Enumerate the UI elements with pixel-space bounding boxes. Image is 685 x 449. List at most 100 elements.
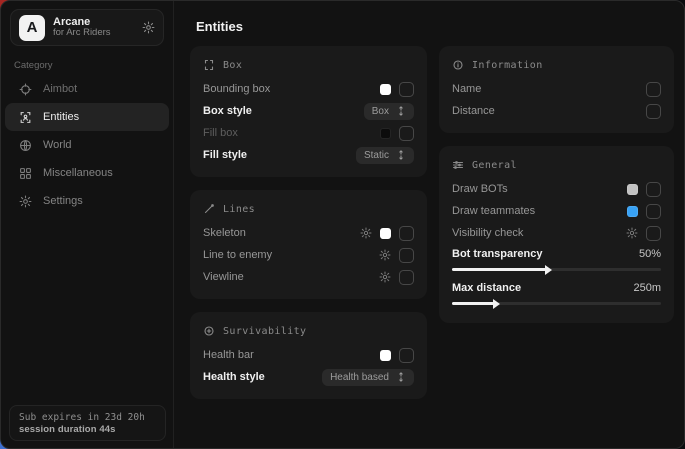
setting-label: Bounding box [203, 83, 270, 95]
sidebar-item-label: Aimbot [43, 83, 77, 95]
setting-row-draw-bots: Draw BOTs [452, 178, 661, 200]
box-style-dropdown[interactable]: Box [364, 103, 414, 120]
sidebar-item-aimbot[interactable]: Aimbot [5, 75, 169, 103]
dropdown-value: Health based [330, 372, 389, 383]
line-to-enemy-checkbox[interactable] [399, 248, 414, 263]
bot-transparency-value: 50% [639, 248, 661, 260]
panel-survivability: Survivability Health bar Health style He… [190, 312, 427, 399]
color-swatch[interactable] [627, 206, 638, 217]
setting-label: Viewline [203, 271, 244, 283]
updown-arrows-icon [396, 372, 406, 382]
cheat-menu-window: A Arcane for Arc Riders Category [0, 0, 685, 449]
max-distance-value: 250m [633, 282, 661, 294]
sidebar-item-world[interactable]: World [5, 131, 169, 159]
line-icon [203, 203, 215, 215]
setting-label: Line to enemy [203, 249, 272, 261]
setting-row-bounding-box: Bounding box [203, 78, 414, 100]
setting-label: Name [452, 83, 481, 95]
brackets-icon [203, 59, 215, 71]
setting-row-line-to-enemy: Line to enemy [203, 244, 414, 266]
panel-title: Survivability [223, 326, 306, 337]
fill-style-dropdown[interactable]: Static [356, 147, 414, 164]
sub-expiry-text: Sub expires in 23d 20h [19, 412, 156, 423]
entity-scan-icon [19, 111, 32, 124]
slider-fill [452, 302, 494, 305]
color-swatch[interactable] [380, 128, 391, 139]
panel-title: Lines [223, 204, 255, 215]
grid-icon [19, 167, 32, 180]
sidebar-item-settings[interactable]: Settings [5, 187, 169, 215]
visibility-check-checkbox[interactable] [646, 226, 661, 241]
globe-icon [19, 139, 32, 152]
setting-label: Distance [452, 105, 495, 117]
bounding-box-checkbox[interactable] [399, 82, 414, 97]
sidebar-item-label: World [43, 139, 72, 151]
line-to-enemy-settings-gear-icon[interactable] [379, 249, 391, 261]
app-logo-card: A Arcane for Arc Riders [10, 9, 164, 46]
setting-label: Health style [203, 371, 265, 383]
setting-row-health-style: Health style Health based [203, 366, 414, 388]
sliders-icon [452, 159, 464, 171]
sidebar-item-label: Settings [43, 195, 83, 207]
right-column: Information Name Distance [439, 46, 674, 323]
color-swatch[interactable] [380, 84, 391, 95]
panel-title: General [472, 160, 517, 171]
fill-box-checkbox[interactable] [399, 126, 414, 141]
left-column: Box Bounding box Box style Box [190, 46, 427, 399]
sidebar-item-label: Entities [43, 111, 79, 123]
setting-label: Max distance [452, 282, 521, 294]
setting-label: Box style [203, 105, 252, 117]
sidebar-item-entities[interactable]: Entities [5, 103, 169, 131]
visibility-check-settings-gear-icon[interactable] [626, 227, 638, 239]
panel-lines: Lines Skeleton [190, 190, 427, 299]
life-icon [203, 325, 215, 337]
color-swatch[interactable] [627, 184, 638, 195]
setting-row-distance: Distance [452, 100, 661, 122]
setting-label: Bot transparency [452, 248, 542, 260]
panel-information: Information Name Distance [439, 46, 674, 133]
setting-row-fill-box: Fill box [203, 122, 414, 144]
setting-label: Draw teammates [452, 205, 535, 217]
name-checkbox[interactable] [646, 82, 661, 97]
setting-row-skeleton: Skeleton [203, 222, 414, 244]
viewline-checkbox[interactable] [399, 270, 414, 285]
app-logo: A [19, 15, 45, 41]
main-content: Entities Box Bounding box [174, 1, 685, 448]
setting-label: Health bar [203, 349, 254, 361]
dropdown-value: Box [372, 106, 389, 117]
setting-label: Draw BOTs [452, 183, 508, 195]
gear-icon [19, 195, 32, 208]
health-style-dropdown[interactable]: Health based [322, 369, 414, 386]
setting-row-box-style: Box style Box [203, 100, 414, 122]
distance-checkbox[interactable] [646, 104, 661, 119]
color-swatch[interactable] [380, 350, 391, 361]
bot-transparency-slider[interactable] [452, 268, 661, 271]
draw-bots-checkbox[interactable] [646, 182, 661, 197]
draw-teammates-checkbox[interactable] [646, 204, 661, 219]
bot-transparency-slider-group: Bot transparency 50% [452, 244, 661, 271]
health-bar-checkbox[interactable] [399, 348, 414, 363]
app-settings-gear-icon[interactable] [142, 21, 155, 34]
session-duration-text: session duration 44s [19, 424, 156, 435]
skeleton-checkbox[interactable] [399, 226, 414, 241]
category-label: Category [14, 60, 173, 71]
max-distance-slider[interactable] [452, 302, 661, 305]
updown-arrows-icon [396, 106, 406, 116]
viewline-settings-gear-icon[interactable] [379, 271, 391, 283]
sidebar-nav: Aimbot Entities World [1, 75, 173, 215]
page-title: Entities [196, 19, 674, 34]
panel-title: Box [223, 60, 242, 71]
setting-row-viewline: Viewline [203, 266, 414, 288]
sidebar-item-miscellaneous[interactable]: Miscellaneous [5, 159, 169, 187]
sidebar-item-label: Miscellaneous [43, 167, 113, 179]
panel-box: Box Bounding box Box style Box [190, 46, 427, 177]
dropdown-value: Static [364, 150, 389, 161]
panel-title: Information [472, 60, 543, 71]
info-icon [452, 59, 464, 71]
color-swatch[interactable] [380, 228, 391, 239]
setting-row-visibility-check: Visibility check [452, 222, 661, 244]
sidebar: A Arcane for Arc Riders Category [1, 1, 174, 448]
skeleton-settings-gear-icon[interactable] [360, 227, 372, 239]
setting-row-name: Name [452, 78, 661, 100]
setting-row-fill-style: Fill style Static [203, 144, 414, 166]
